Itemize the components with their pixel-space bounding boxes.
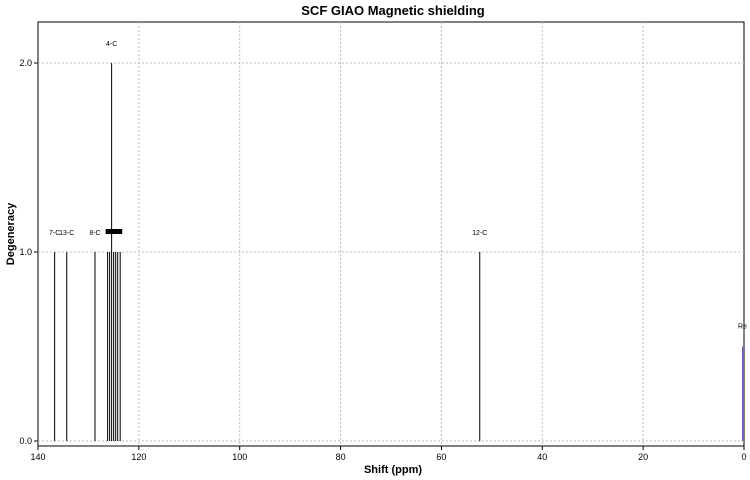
y-tick-label: 0.0: [19, 436, 32, 446]
chart: SCF GIAO Magnetic shielding 140 120 100 80 6…: [0, 0, 750, 480]
x-tick-label: 0: [741, 452, 746, 462]
reference-label: Re: [738, 324, 747, 331]
peak-label: 13-C: [59, 230, 74, 237]
x-tick-label: 60: [436, 452, 446, 462]
peak-label: 12-C: [472, 230, 487, 237]
x-tick-label: 120: [131, 452, 146, 462]
peak-label: 8-C: [89, 230, 100, 237]
x-axis-label: Shift (ppm): [364, 464, 422, 476]
x-tick-label: 20: [638, 452, 648, 462]
crowded-peak-label-mark: [118, 229, 123, 234]
chart-title: SCF GIAO Magnetic shielding: [301, 3, 485, 18]
x-tick-label: 80: [336, 452, 346, 462]
x-tick-label: 100: [232, 452, 247, 462]
y-axis-label: Degeneracy: [5, 202, 17, 265]
crowded-peak-label-mark: [107, 229, 112, 234]
x-tick-label: 140: [30, 452, 45, 462]
peak-label: 4-C: [106, 41, 117, 48]
x-tick-label: 40: [537, 452, 547, 462]
y-tick-label: 2.0: [19, 58, 32, 68]
y-tick-label: 1.0: [19, 247, 32, 257]
